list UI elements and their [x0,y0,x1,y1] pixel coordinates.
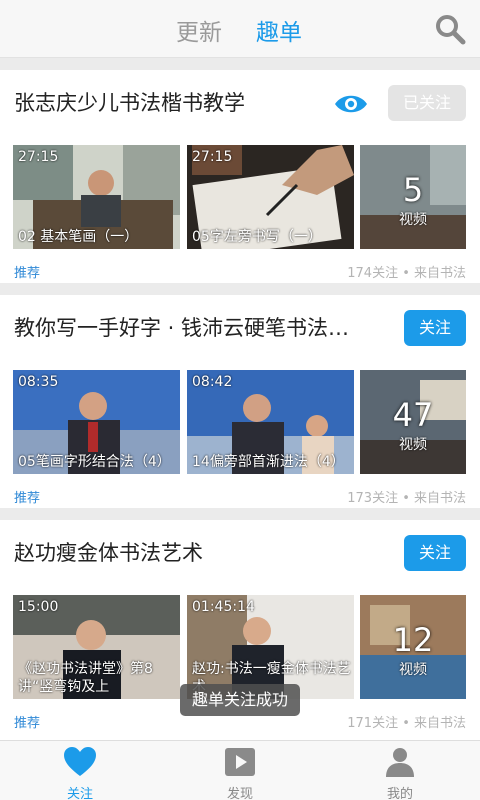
tab-updates[interactable]: 更新 [176,13,222,47]
video-duration: 27:15 [192,149,233,165]
toast-message: 趣单关注成功 [180,684,300,716]
recommend-tag[interactable]: 推荐 [14,487,40,506]
video-duration: 08:42 [192,374,233,390]
video-duration: 15:00 [18,599,59,615]
card-meta: 171关注 • 来自书法 [347,716,466,731]
nav-me[interactable]: 我的 [320,741,480,800]
recommend-tag[interactable]: 推荐 [14,712,40,731]
card-title: 赵功瘦金体书法艺术 [14,541,203,565]
nav-follow[interactable]: 关注 [0,741,160,800]
video-thumbnail[interactable]: 27:15 05字左旁书写（一） [187,145,354,249]
eye-icon [335,95,367,113]
playlist-card[interactable]: 张志庆少儿书法楷书教学 已关注 27:15 02 基本笔画（一） 27:15 0… [0,70,480,283]
video-count: 5 [402,171,424,209]
video-duration: 01:45:14 [192,599,255,615]
video-count-unit: 视频 [399,662,427,678]
card-title: 教你写一手好字 · 钱沛云硬笔书法… [14,316,350,340]
video-caption: 14偏旁部首渐进法（4） [192,454,345,470]
nav-label: 我的 [386,787,413,800]
video-caption: 05字左旁书写（一） [192,229,322,245]
playlist-more-thumbnail[interactable]: 5 视频 [360,145,466,249]
play-icon [225,748,255,776]
playlist-card[interactable]: 教你写一手好字 · 钱沛云硬笔书法… 关注 08:35 05笔画字形结合法（4） [0,295,480,508]
video-caption: 《赵功书法讲堂》第8讲“竖弯钩及上 [18,661,153,695]
top-bar: 更新 趣单 [0,0,480,58]
heart-icon [64,747,96,776]
video-thumbnail[interactable]: 15:00 《赵功书法讲堂》第8讲“竖弯钩及上 [13,595,180,699]
separator [0,283,480,295]
video-duration: 08:35 [18,374,59,390]
follow-button[interactable]: 关注 [404,535,466,571]
nav-label: 关注 [66,787,93,800]
search-icon[interactable] [434,13,466,45]
separator [0,508,480,520]
separator [0,58,480,70]
recommend-tag[interactable]: 推荐 [14,262,40,281]
card-meta: 173关注 • 来自书法 [347,491,466,506]
card-title: 张志庆少儿书法楷书教学 [14,91,245,115]
person-icon [386,748,414,777]
video-thumbnail[interactable]: 08:35 05笔画字形结合法（4） [13,370,180,474]
video-caption: 05笔画字形结合法（4） [18,454,171,470]
tab-playlists[interactable]: 趣单 [256,13,302,47]
app-screen: 更新 趣单 张志庆少儿书法楷书教学 已关注 27:15 02 基本笔画（一） 2… [0,0,480,800]
playlist-more-thumbnail[interactable]: 12 视频 [360,595,466,699]
followed-button[interactable]: 已关注 [388,85,466,121]
video-count-unit: 视频 [399,437,427,453]
nav-discover[interactable]: 发现 [160,741,320,800]
video-count: 47 [392,396,434,434]
follow-button[interactable]: 关注 [404,310,466,346]
playlist-more-thumbnail[interactable]: 47 视频 [360,370,466,474]
video-thumbnail[interactable]: 27:15 02 基本笔画（一） [13,145,180,249]
video-duration: 27:15 [18,149,59,165]
bottom-nav: 关注 发现 我的 [0,740,480,800]
video-thumbnail[interactable]: 08:42 14偏旁部首渐进法（4） [187,370,354,474]
video-count-unit: 视频 [399,212,427,228]
video-count: 12 [392,621,434,659]
video-caption: 02 基本笔画（一） [18,229,139,245]
card-meta: 174关注 • 来自书法 [347,266,466,281]
nav-label: 发现 [226,787,253,800]
